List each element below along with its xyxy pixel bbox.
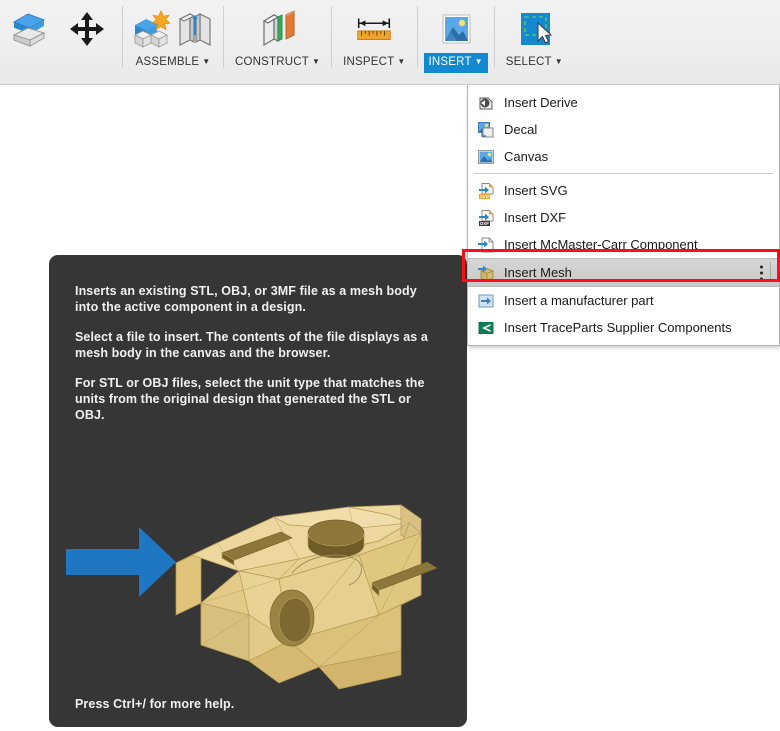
insert-traceparts-icon (476, 318, 496, 338)
chevron-down-icon: ▼ (554, 57, 563, 66)
insert-manufacturer-part-icon (476, 291, 496, 311)
insert-svg-icon: SVG (476, 181, 496, 201)
menu-item-label: Insert DXF (504, 210, 567, 225)
insert-dropdown-menu: Insert Derive Decal Canvas SVG Insert SV… (467, 85, 780, 346)
menu-item-insert-derive[interactable]: Insert Derive (468, 89, 779, 116)
toolbar-group-construct: CONSTRUCT ▼ (230, 0, 338, 84)
split-body-button[interactable] (0, 0, 58, 84)
measure-icon[interactable] (352, 6, 396, 52)
insert-image-icon[interactable] (434, 6, 478, 52)
select-window-icon[interactable] (512, 6, 556, 52)
inspect-menu-button[interactable]: INSPECT ▼ (338, 53, 410, 73)
menu-item-canvas[interactable]: Canvas (468, 143, 779, 170)
assemble-menu-button[interactable]: ASSEMBLE ▼ (131, 53, 216, 73)
toolbar-group-assemble: ASSEMBLE ▼ (129, 0, 230, 84)
menu-item-insert-mesh[interactable]: Insert Mesh (468, 258, 779, 287)
more-options-icon[interactable] (760, 265, 763, 280)
svg-text:DXF: DXF (480, 221, 489, 226)
menu-item-label: Insert Derive (504, 95, 578, 110)
insert-derive-icon (476, 93, 496, 113)
select-menu-button[interactable]: SELECT ▼ (501, 53, 568, 73)
toolbar-separator (416, 6, 418, 68)
assemble-label: ASSEMBLE (135, 56, 200, 68)
menu-item-label: Insert SVG (504, 183, 568, 198)
move-copy-icon (65, 6, 109, 52)
menu-item-label: Insert McMaster-Carr Component (504, 237, 698, 252)
menu-item-insert-mcmaster-carr[interactable]: Insert McMaster-Carr Component (468, 231, 779, 258)
tooltip-paragraph-1: Inserts an existing STL, OBJ, or 3MF fil… (75, 284, 417, 314)
menu-item-insert-dxf[interactable]: DXF Insert DXF (468, 204, 779, 231)
menu-item-insert-traceparts[interactable]: Insert TraceParts Supplier Components (468, 314, 779, 341)
toolbar-separator (122, 6, 123, 68)
toolbar-separator (331, 6, 333, 68)
chevron-down-icon: ▼ (474, 57, 483, 66)
menu-item-label: Insert Mesh (504, 265, 572, 280)
insert-dxf-icon: DXF (476, 208, 496, 228)
joint-icon[interactable] (173, 6, 217, 52)
insert-label: INSERT (428, 56, 472, 68)
toolbar-group-inspect: INSPECT ▼ (338, 0, 423, 84)
tooltip-paragraph-2: Select a file to insert. The contents of… (75, 330, 428, 360)
menu-item-label: Insert a manufacturer part (504, 293, 654, 308)
construct-label: CONSTRUCT (235, 56, 309, 68)
offset-plane-icon[interactable] (256, 6, 300, 52)
decal-icon (476, 120, 496, 140)
command-help-tooltip: Inserts an existing STL, OBJ, or 3MF fil… (49, 255, 467, 727)
chevron-down-icon: ▼ (397, 57, 406, 66)
split-body-icon (7, 6, 51, 52)
tooltip-text-body: Inserts an existing STL, OBJ, or 3MF fil… (49, 255, 467, 423)
mesh-body-illustration (66, 504, 438, 690)
mesh-body-preview-figure (49, 455, 467, 710)
toolbar-separator (223, 6, 224, 68)
main-toolbar: ASSEMBLE ▼ CONSTRUCT ▼ INSPECT ▼ INSERT … (0, 0, 780, 85)
chevron-down-icon: ▼ (202, 57, 211, 66)
inspect-label: INSPECT (343, 56, 395, 68)
blue-arrow-icon (66, 527, 176, 597)
svg-text:SVG: SVG (480, 194, 490, 199)
menu-item-label: Decal (504, 122, 538, 137)
new-component-icon[interactable] (129, 6, 173, 52)
canvas-icon (476, 147, 496, 167)
move-copy-button[interactable] (58, 0, 116, 84)
overflow-divider (770, 262, 771, 283)
chevron-down-icon: ▼ (312, 57, 321, 66)
insert-mesh-icon (476, 263, 496, 283)
construct-menu-button[interactable]: CONSTRUCT ▼ (230, 53, 325, 73)
toolbar-group-insert: INSERT ▼ (423, 0, 501, 84)
tooltip-footer-hint: Press Ctrl+/ for more help. (75, 697, 235, 711)
insert-menu-button[interactable]: INSERT ▼ (423, 53, 488, 73)
menu-item-decal[interactable]: Decal (468, 116, 779, 143)
menu-item-insert-manufacturer-part[interactable]: Insert a manufacturer part (468, 287, 779, 314)
menu-item-label: Canvas (504, 149, 549, 164)
toolbar-group-modify (0, 0, 129, 84)
menu-item-label: Insert TraceParts Supplier Components (504, 320, 732, 335)
menu-separator (474, 173, 773, 174)
toolbar-separator (493, 6, 495, 68)
menu-item-insert-svg[interactable]: SVG Insert SVG (468, 177, 779, 204)
select-label: SELECT (505, 56, 552, 68)
tooltip-paragraph-3: For STL or OBJ files, select the unit ty… (75, 376, 425, 422)
toolbar-group-select: SELECT ▼ (501, 0, 568, 84)
insert-mcmaster-carr-icon (476, 235, 496, 255)
